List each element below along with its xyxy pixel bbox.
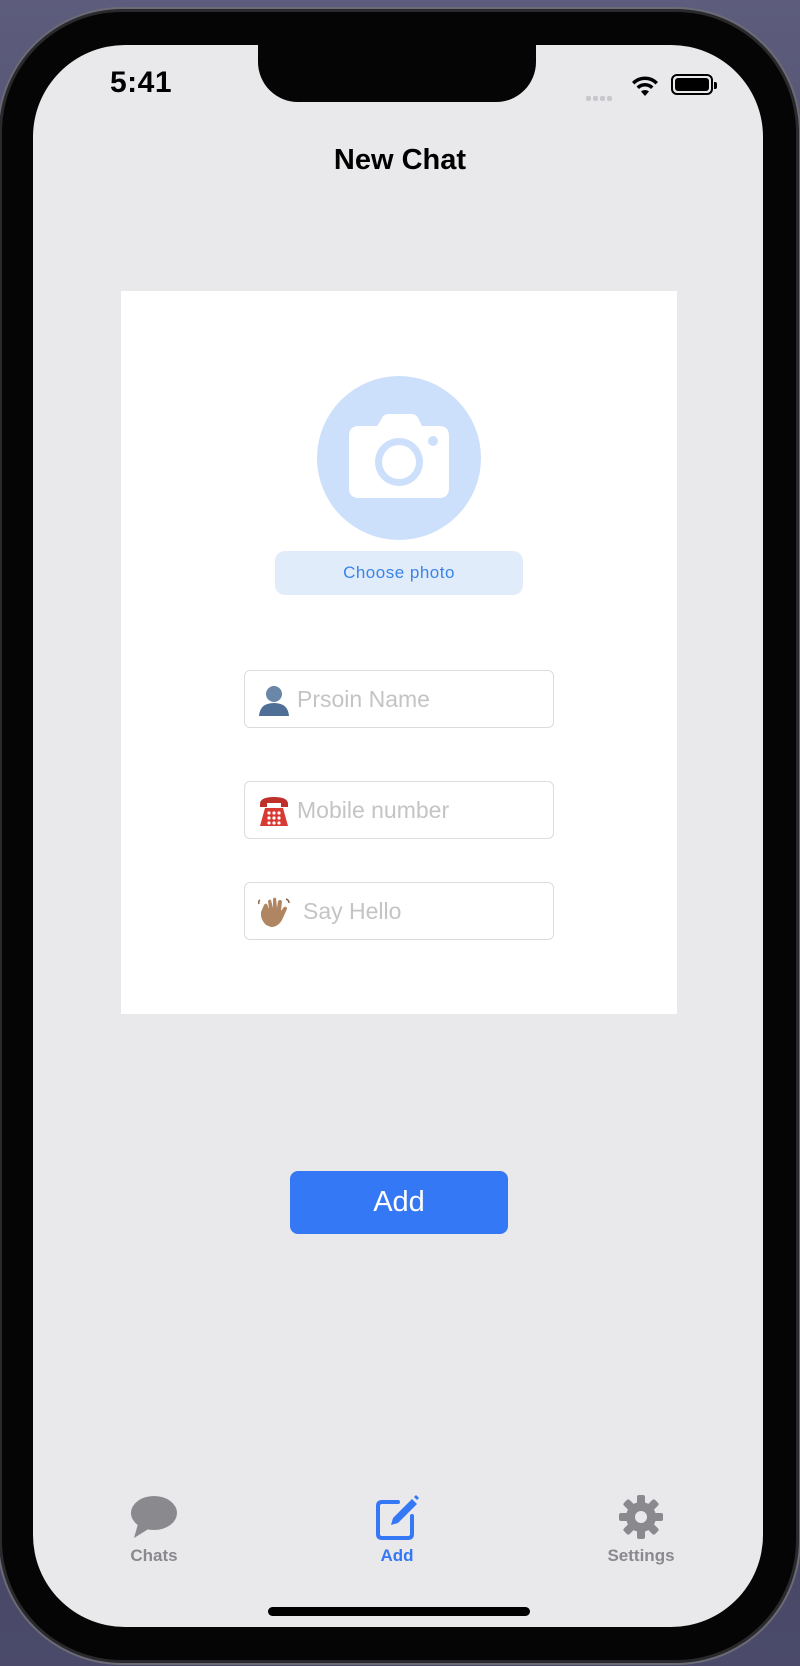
mobile-number-placeholder: Mobile number — [297, 797, 450, 823]
add-button[interactable]: Add — [290, 1171, 508, 1234]
person-name-placeholder: Prsoin Name — [297, 686, 430, 712]
battery-icon — [671, 74, 717, 95]
tab-chats-label: Chats — [130, 1546, 178, 1565]
tab-chats[interactable]: Chats — [84, 1494, 224, 1566]
home-indicator[interactable] — [268, 1607, 530, 1616]
mobile-number-field[interactable]: Mobile number — [244, 781, 554, 839]
device-notch — [258, 44, 536, 102]
person-name-field[interactable]: Prsoin Name — [244, 670, 554, 728]
gear-icon — [619, 1495, 663, 1539]
choose-photo-button[interactable]: Choose photo — [275, 551, 523, 595]
page-title: New Chat — [333, 144, 467, 176]
tab-settings[interactable]: Settings — [571, 1494, 711, 1566]
say-hello-field[interactable]: Say Hello — [244, 882, 554, 940]
say-hello-placeholder: Say Hello — [303, 898, 402, 924]
photo-placeholder[interactable] — [317, 376, 481, 540]
tab-add[interactable]: Add — [327, 1494, 467, 1566]
status-time: 5:41 — [110, 66, 173, 99]
speech-bubble-icon — [131, 1496, 177, 1538]
wifi-icon — [632, 76, 658, 96]
tab-add-label: Add — [380, 1546, 414, 1565]
telephone-icon — [260, 797, 288, 826]
camera-icon — [349, 414, 449, 498]
tab-settings-label: Settings — [607, 1546, 675, 1565]
waving-hand-icon — [257, 897, 290, 927]
compose-icon — [376, 1495, 419, 1540]
cellular-signal-icon — [586, 88, 614, 106]
bust-in-silhouette-icon — [259, 686, 289, 716]
